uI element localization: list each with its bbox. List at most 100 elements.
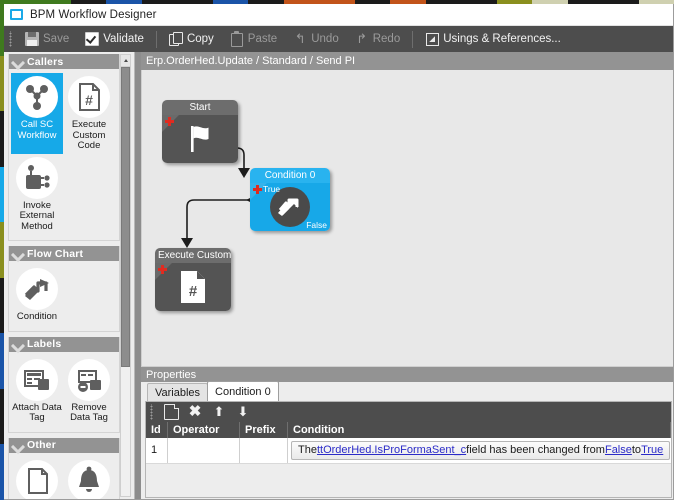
toolbar-separator-2 (412, 30, 414, 48)
svg-text:#: # (85, 92, 93, 108)
palette-item-label: Call SC Workflow (17, 119, 57, 141)
toolbar-separator (155, 30, 157, 48)
table-row[interactable]: 1 The ttOrderHed.IsProFormaSent_c field h… (146, 437, 671, 464)
node-condition-0[interactable]: Condition 0 True False (250, 168, 330, 231)
palette-group-body: Call SC Workflow # Execute Custom Code Invo… (9, 69, 119, 240)
palette-item-invoke-external-method[interactable]: Invoke External Method (11, 154, 63, 235)
node-execute-custom-code[interactable]: Execute Custom C # (155, 248, 231, 311)
grid-body: 1 The ttOrderHed.IsProFormaSent_c field h… (146, 437, 671, 497)
chevron-down-icon (12, 441, 23, 450)
bell-icon (79, 466, 99, 492)
palette-group-header[interactable]: Flow Chart (9, 246, 119, 261)
chevron-down-icon (12, 340, 23, 349)
condition-text: The (298, 444, 317, 457)
copy-button-label: Copy (186, 33, 214, 45)
code-file-hash-icon: # (79, 83, 100, 111)
palette-item-attach-data-tag[interactable]: Attach Data Tag (11, 356, 63, 426)
port-label-false: False (306, 220, 327, 230)
cell-id[interactable]: 1 (146, 437, 168, 463)
palette-scroll-up-button[interactable] (121, 55, 130, 67)
condition-link[interactable]: True (641, 444, 663, 456)
properties-tabstrip: Variables Condition 0 (141, 381, 673, 402)
save-button-label: Save (43, 33, 70, 45)
checkbox-check-icon (85, 32, 100, 46)
palette-group-body: Attach Data Tag Remove Data Tag (9, 352, 119, 432)
arrow-up-icon: ⬆ (213, 404, 225, 420)
grid-toolbar-drag-handle[interactable] (149, 404, 155, 421)
condition-link[interactable]: False (605, 444, 632, 456)
grid-toolbar: ✖ ⬆ ⬇ (146, 402, 671, 422)
palette-group-body: Condition (9, 261, 119, 331)
new-condition-button[interactable] (160, 403, 182, 421)
palette-group-title: Labels (27, 338, 62, 350)
palette-item-icon-circle (16, 459, 58, 499)
remove-data-tag-icon (78, 369, 101, 392)
node-start[interactable]: Start (162, 100, 238, 163)
palette-group-other: Other (8, 437, 120, 499)
palette-item-label: Attach Data Tag (12, 401, 62, 423)
delete-condition-button[interactable]: ✖ (184, 403, 206, 421)
bpm-workflow-designer-app: BPM Workflow Designer Save Validate Copy… (0, 0, 674, 500)
validate-button[interactable]: Validate (77, 27, 152, 51)
column-header-prefix[interactable]: Prefix (240, 421, 288, 438)
palette-item-execute-custom-code[interactable]: # Execute Custom Code (63, 73, 115, 154)
validate-button-label: Validate (103, 33, 144, 45)
tab-variables[interactable]: Variables (147, 383, 209, 402)
properties-panel: Properties Variables Condition 0 ✖ ⬆ ⬇ I… (141, 367, 673, 499)
undo-button[interactable]: ↰ Undo (285, 27, 347, 51)
palette-item-label: Execute Custom Code (71, 119, 107, 151)
condition-expression-box[interactable]: The ttOrderHed.IsProFormaSent_c field ha… (291, 440, 671, 460)
workflow-nodes-icon (26, 85, 48, 110)
save-button[interactable]: Save (17, 27, 77, 51)
cell-operator[interactable] (168, 437, 240, 463)
toolbar-drag-handle[interactable] (8, 31, 14, 47)
palette-scrollbar[interactable] (120, 54, 131, 497)
paste-icon (230, 31, 244, 47)
palette-item-remove-data-tag[interactable]: Remove Data Tag (63, 356, 115, 426)
palette-group-header[interactable]: Callers (9, 54, 119, 69)
move-up-button[interactable]: ⬆ (208, 403, 230, 421)
copy-button[interactable]: Copy (161, 27, 222, 51)
copy-icon (168, 32, 183, 46)
references-icon (425, 32, 440, 46)
cell-condition[interactable]: The ttOrderHed.IsProFormaSent_c field ha… (288, 438, 671, 463)
node-start-title: Start (162, 100, 238, 115)
add-badge-icon[interactable] (253, 185, 262, 194)
chevron-down-icon (12, 249, 23, 258)
palette-group-title: Callers (27, 55, 64, 68)
paste-button[interactable]: Paste (222, 27, 285, 51)
node-start-body (162, 115, 238, 163)
cell-prefix[interactable] (240, 437, 288, 463)
palette-item-icon-circle (16, 358, 58, 401)
palette-item-icon-circle (16, 76, 58, 118)
palette-item-document-corner-icon[interactable] (11, 457, 63, 499)
usings-references-label: Usings & References... (443, 33, 561, 45)
column-header-condition[interactable]: Condition (288, 421, 671, 438)
redo-button[interactable]: ↱ Redo (347, 27, 409, 51)
column-header-operator[interactable]: Operator (168, 421, 240, 438)
usings-references-button[interactable]: Usings & References... (417, 27, 569, 51)
paste-button-label: Paste (247, 33, 278, 45)
condition-link[interactable]: ttOrderHed.IsProFormaSent_c (317, 444, 466, 456)
tab-label: Variables (155, 386, 201, 399)
add-badge-icon[interactable] (158, 265, 167, 274)
palette-item-bell-icon[interactable] (63, 457, 115, 499)
palette-scrollbar-thumb[interactable] (121, 67, 130, 367)
undo-button-label: Undo (311, 33, 339, 45)
workflow-canvas[interactable]: Start Condition 0 True False Execute Cus… (141, 70, 673, 367)
palette-group-header[interactable]: Labels (9, 336, 119, 352)
palette-item-condition[interactable]: Condition (11, 265, 63, 325)
tab-condition-0[interactable]: Condition 0 (207, 381, 279, 402)
move-down-button[interactable]: ⬇ (232, 403, 254, 421)
palette-item-call-sc-workflow[interactable]: Call SC Workflow (11, 73, 63, 154)
column-header-id[interactable]: Id (146, 421, 168, 438)
tab-label: Condition 0 (215, 385, 271, 398)
add-badge-icon[interactable] (165, 117, 174, 126)
svg-text:#: # (189, 283, 198, 300)
document-corner-icon (28, 467, 48, 494)
designer-panel: Erp.OrderHed.Update / Standard / Send PI (141, 52, 673, 499)
palette-group-header[interactable]: Other (9, 437, 119, 453)
delete-x-icon: ✖ (188, 403, 202, 421)
palette-item-label: Invoke External Method (19, 199, 55, 232)
redo-arrow-icon: ↱ (356, 31, 368, 46)
